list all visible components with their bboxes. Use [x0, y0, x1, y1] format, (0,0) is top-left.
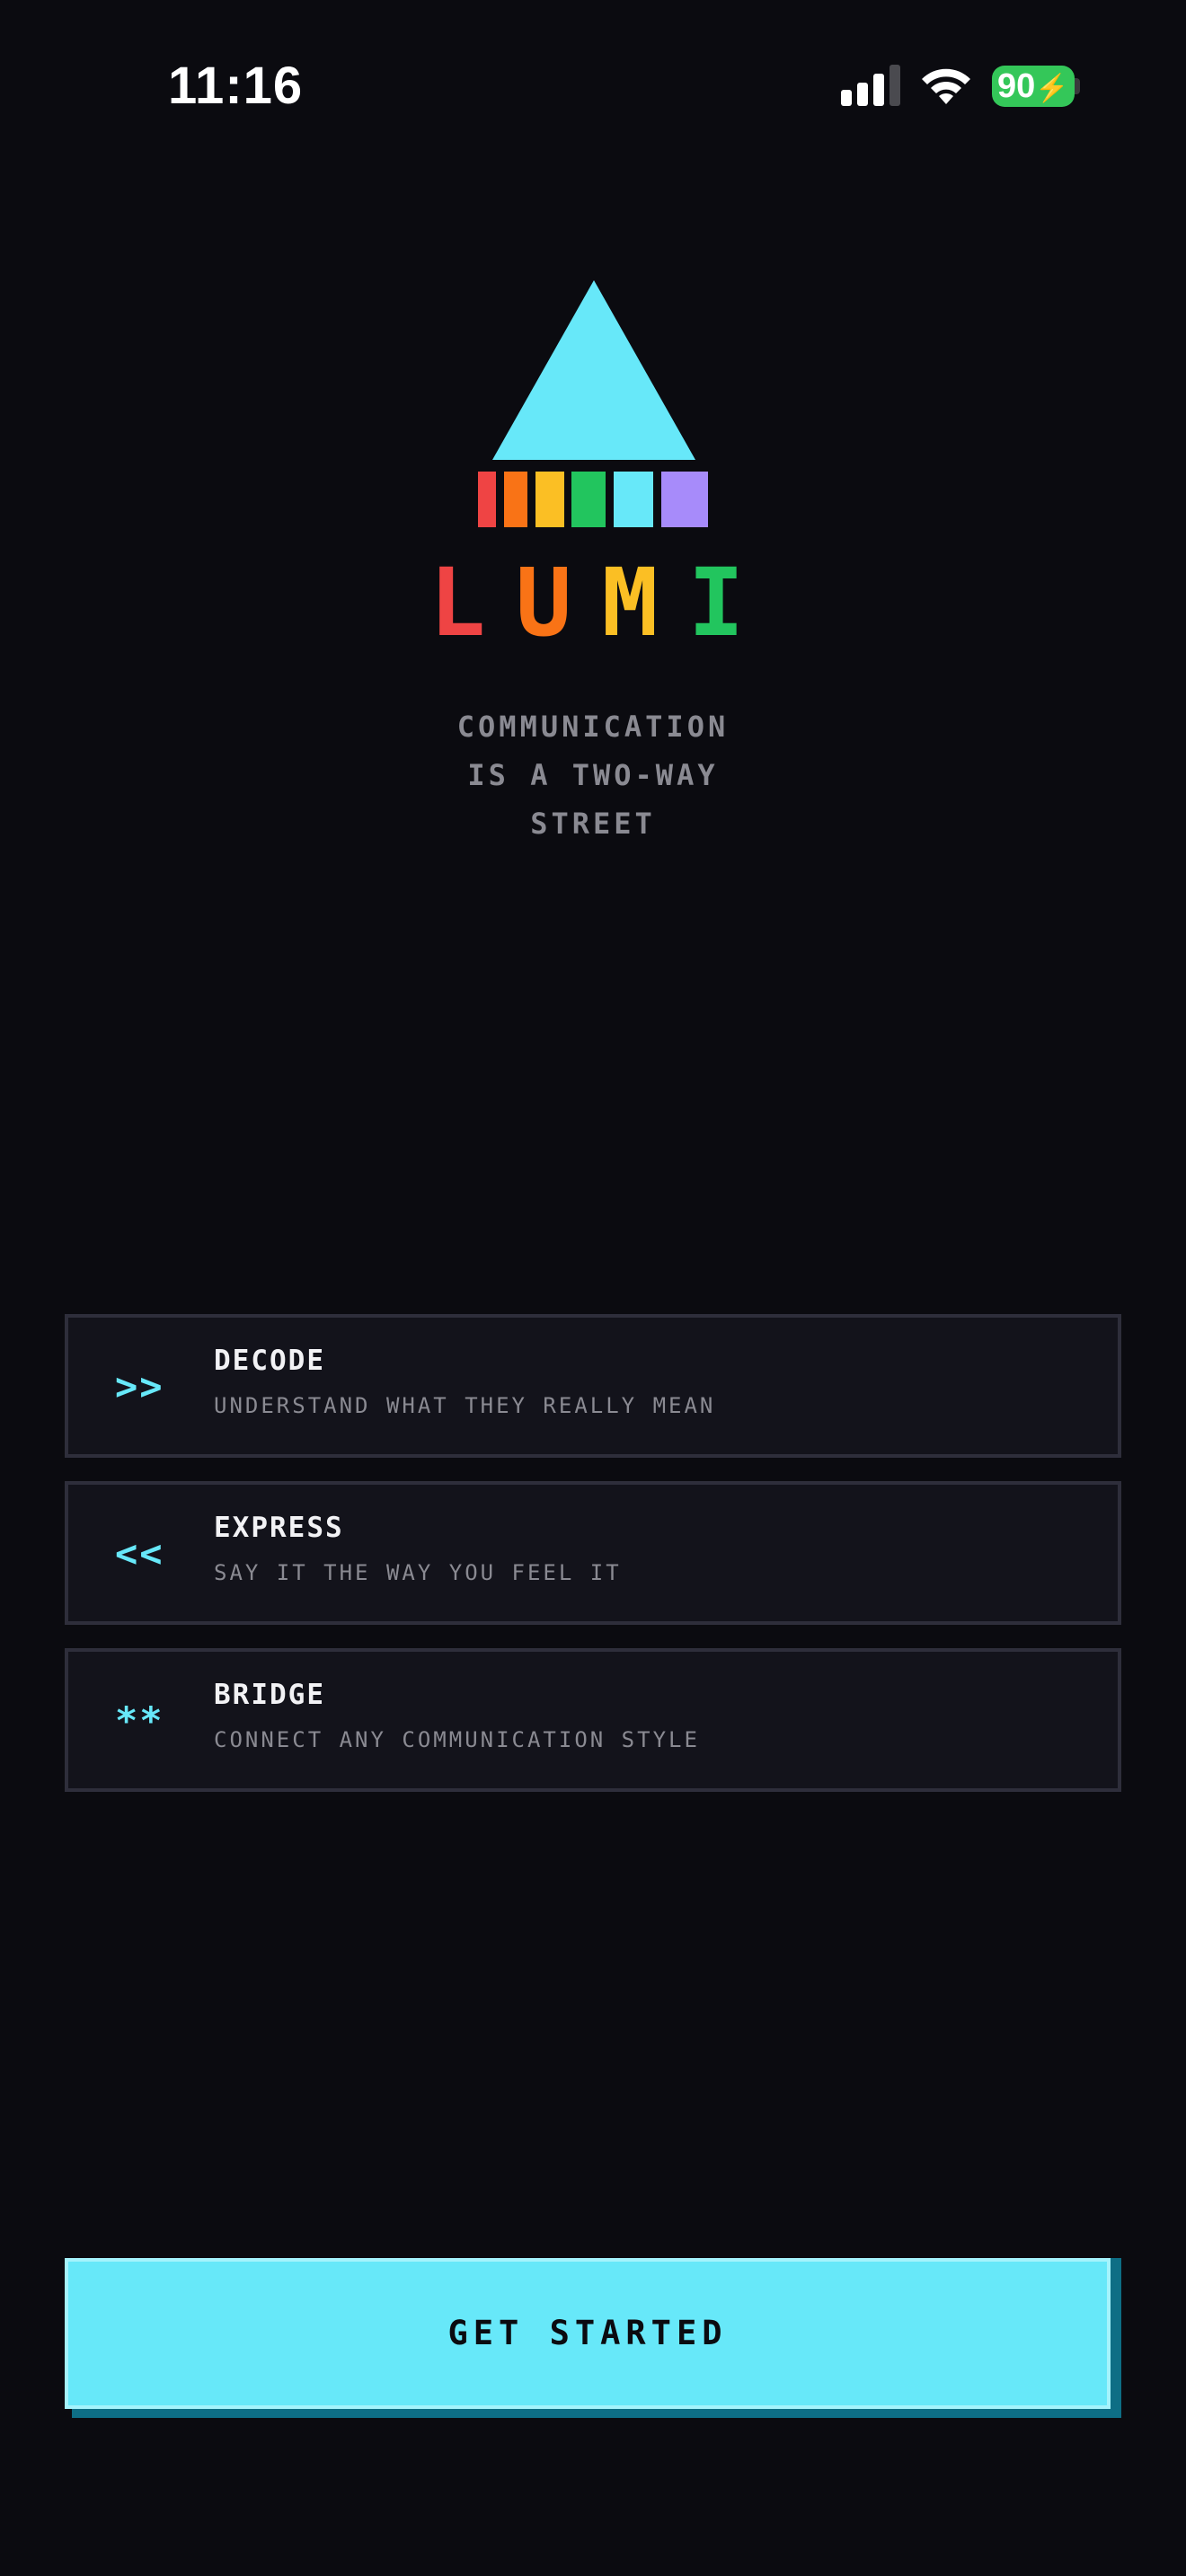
color-strip-cyan — [614, 472, 653, 527]
wordmark-letter-i: I — [687, 548, 757, 657]
double-chevron-left-icon: << — [115, 1531, 164, 1575]
color-strip-yellow — [535, 472, 564, 527]
color-strip-purple — [661, 472, 708, 527]
battery-charging-icon: 90⚡ — [992, 66, 1075, 107]
feature-card-bridge[interactable]: ** BRIDGE CONNECT ANY COMMUNICATION STYL… — [65, 1648, 1121, 1792]
status-time: 11:16 — [168, 57, 304, 115]
battery-tip — [1075, 78, 1080, 94]
app-wordmark: LUMI — [0, 548, 1186, 657]
feature-subtitle: UNDERSTAND WHAT THEY REALLY MEAN — [214, 1393, 716, 1418]
tagline-line: COMMUNICATION — [456, 710, 730, 744]
feature-title: EXPRESS — [214, 1512, 344, 1544]
wordmark-letter-m: M — [601, 548, 671, 657]
color-strip-red — [478, 472, 496, 527]
wordmark-letter-u: U — [515, 548, 585, 657]
battery-level: 90 — [997, 67, 1036, 105]
charging-bolt-icon: ⚡ — [1035, 74, 1069, 103]
signal-bars-icon — [841, 65, 900, 106]
get-started-button[interactable]: GET STARTED — [65, 2258, 1111, 2409]
feature-title: BRIDGE — [214, 1679, 325, 1711]
feature-title: DECODE — [214, 1345, 325, 1377]
feature-card-decode[interactable]: >> DECODE UNDERSTAND WHAT THEY REALLY ME… — [65, 1314, 1121, 1458]
tagline-line: STREET — [530, 807, 656, 841]
feature-subtitle: CONNECT ANY COMMUNICATION STYLE — [214, 1727, 700, 1752]
color-strip-green — [571, 472, 606, 527]
tagline-line: IS A TWO-WAY — [467, 758, 719, 792]
tagline: COMMUNICATION IS A TWO-WAY STREET — [0, 702, 1186, 848]
double-chevron-right-icon: >> — [115, 1364, 164, 1408]
double-asterisk-icon: ** — [115, 1698, 164, 1742]
feature-card-express[interactable]: << EXPRESS SAY IT THE WAY YOU FEEL IT — [65, 1481, 1121, 1625]
logo-triangle — [492, 280, 695, 460]
wordmark-letter-l: L — [429, 548, 499, 657]
wifi-icon — [922, 68, 970, 104]
color-strip-orange — [504, 472, 527, 527]
feature-subtitle: SAY IT THE WAY YOU FEEL IT — [214, 1560, 622, 1585]
